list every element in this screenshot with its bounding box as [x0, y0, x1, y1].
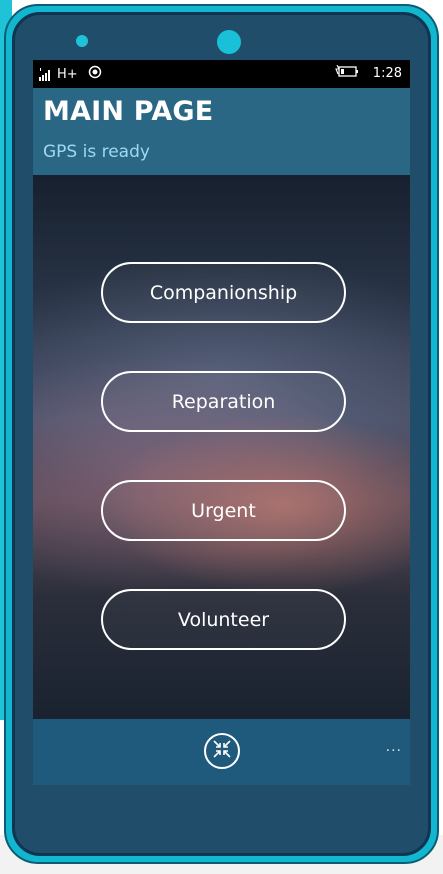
status-right: 1:28: [334, 64, 402, 81]
urgent-button-label: Urgent: [191, 499, 256, 522]
companionship-button-label: Companionship: [149, 281, 298, 304]
page-title: MAIN PAGE: [43, 96, 214, 127]
reparation-button-label: Reparation: [171, 390, 276, 413]
volunteer-button-label: Volunteer: [177, 608, 270, 631]
signal-bars-icon: [39, 67, 53, 81]
collapse-button[interactable]: [204, 733, 240, 769]
battery-charging-icon: [334, 64, 359, 81]
camera-icon: [76, 35, 88, 47]
stage: H+ 1:28 MAIN PAGE GPS is ready Companion…: [0, 0, 443, 874]
app-bar: ...: [33, 719, 410, 785]
network-type: H+: [57, 66, 78, 82]
gps-status-text: GPS is ready: [43, 142, 150, 162]
urgent-button[interactable]: Urgent: [101, 480, 346, 541]
phone-screen: H+ 1:28 MAIN PAGE GPS is ready Companion…: [33, 60, 410, 785]
companionship-button[interactable]: Companionship: [101, 262, 346, 323]
status-left: H+: [39, 65, 102, 83]
clock-time: 1:28: [372, 65, 402, 81]
location-ring-icon: [88, 65, 102, 83]
volunteer-button[interactable]: Volunteer: [101, 589, 346, 650]
page-header: MAIN PAGE GPS is ready: [33, 88, 410, 175]
collapse-arrows-icon: [212, 739, 232, 763]
status-bar: H+ 1:28: [33, 60, 410, 88]
more-options-button[interactable]: ...: [386, 739, 402, 755]
main-content: Companionship Reparation Urgent Voluntee…: [33, 175, 410, 719]
sensor-icon: [217, 30, 241, 54]
reparation-button[interactable]: Reparation: [101, 371, 346, 432]
